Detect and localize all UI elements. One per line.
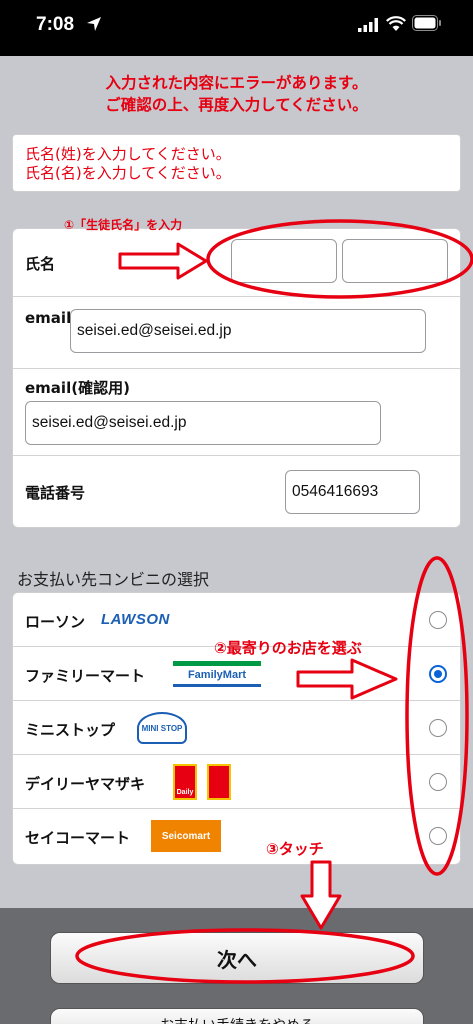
status-bar: 7:08	[0, 0, 473, 56]
radio-familymart[interactable]	[429, 665, 447, 683]
name-row: 氏名	[13, 229, 460, 297]
store-row-ministop[interactable]: ミニストップ MINI STOP	[13, 701, 460, 755]
name-label: 氏名	[25, 255, 56, 273]
cellular-signal-icon	[358, 18, 378, 32]
familymart-logo: FamilyMart	[173, 661, 261, 687]
cancel-payment-button[interactable]: お支払い手続きをやめる	[50, 1008, 424, 1024]
radio-dailyyamazaki[interactable]	[429, 773, 447, 791]
email-confirm-row: email(確認用) seisei.ed@seisei.ed.jp	[13, 369, 460, 456]
phone-row: 電話番号 0546416693	[13, 456, 460, 527]
phone-label: 電話番号	[25, 484, 86, 502]
error-last-name: 氏名(姓)を入力してください。	[25, 145, 231, 163]
email-label: email	[25, 309, 72, 327]
radio-seicomart[interactable]	[429, 827, 447, 845]
error-header-line-2: ご確認の上、再度入力してください。	[105, 96, 368, 114]
battery-icon	[412, 15, 441, 31]
annotation-step-3: ③タッチ	[266, 840, 324, 858]
email-confirm-label: email(確認用)	[25, 379, 130, 397]
last-name-input[interactable]	[231, 239, 337, 283]
ministop-logo: MINI STOP	[137, 712, 187, 744]
store-label-seicomart: セイコーマート	[25, 829, 131, 847]
radio-ministop[interactable]	[429, 719, 447, 737]
status-time: 7:08	[36, 14, 75, 35]
phone-input[interactable]: 0546416693	[285, 470, 420, 514]
next-button[interactable]: 次へ	[50, 932, 424, 984]
dailyyamazaki-logo: Daily	[173, 764, 197, 800]
bottom-action-bar: 次へ お支払い手続きをやめる	[0, 908, 473, 1024]
email-input[interactable]: seisei.ed@seisei.ed.jp	[70, 309, 426, 353]
store-label-lawson: ローソン	[25, 613, 86, 631]
seicomart-logo: Seicomart	[151, 820, 221, 852]
page-content: 入力された内容にエラーがあります。 ご確認の上、再度入力してください。 氏名(姓…	[0, 56, 473, 908]
convenience-section-title: お支払い先コンビニの選択	[17, 570, 210, 589]
location-arrow-icon	[87, 17, 101, 31]
email-confirm-input[interactable]: seisei.ed@seisei.ed.jp	[25, 401, 381, 445]
store-label-familymart: ファミリーマート	[25, 667, 146, 685]
error-first-name: 氏名(名)を入力してください。	[25, 164, 231, 182]
wifi-icon	[386, 16, 406, 31]
store-label-ministop: ミニストップ	[25, 721, 116, 739]
store-label-dailyyamazaki: デイリーヤマザキ	[25, 775, 146, 793]
radio-lawson[interactable]	[429, 611, 447, 629]
validation-error-box: 氏名(姓)を入力してください。 氏名(名)を入力してください。	[12, 134, 461, 192]
annotation-step-1: ①「生徒氏名」を入力	[64, 218, 183, 232]
email-row: email seisei.ed@seisei.ed.jp	[13, 297, 460, 369]
annotation-step-2: ②最寄りのお店を選ぶ	[214, 639, 362, 657]
yamazaki-logo	[207, 764, 231, 800]
store-row-seicomart[interactable]: セイコーマート Seicomart	[13, 809, 460, 863]
store-row-dailyyamazaki[interactable]: デイリーヤマザキ Daily	[13, 755, 460, 809]
contact-form: 氏名 email seisei.ed@seisei.ed.jp email(確認…	[12, 228, 461, 528]
first-name-input[interactable]	[342, 239, 448, 283]
error-header-line-1: 入力された内容にエラーがあります。	[105, 74, 368, 92]
lawson-logo: LAWSON	[101, 611, 170, 628]
convenience-store-list: ローソン LAWSON ファミリーマート FamilyMart ミニストップ M…	[12, 592, 461, 865]
error-header: 入力された内容にエラーがあります。 ご確認の上、再度入力してください。	[0, 72, 473, 116]
